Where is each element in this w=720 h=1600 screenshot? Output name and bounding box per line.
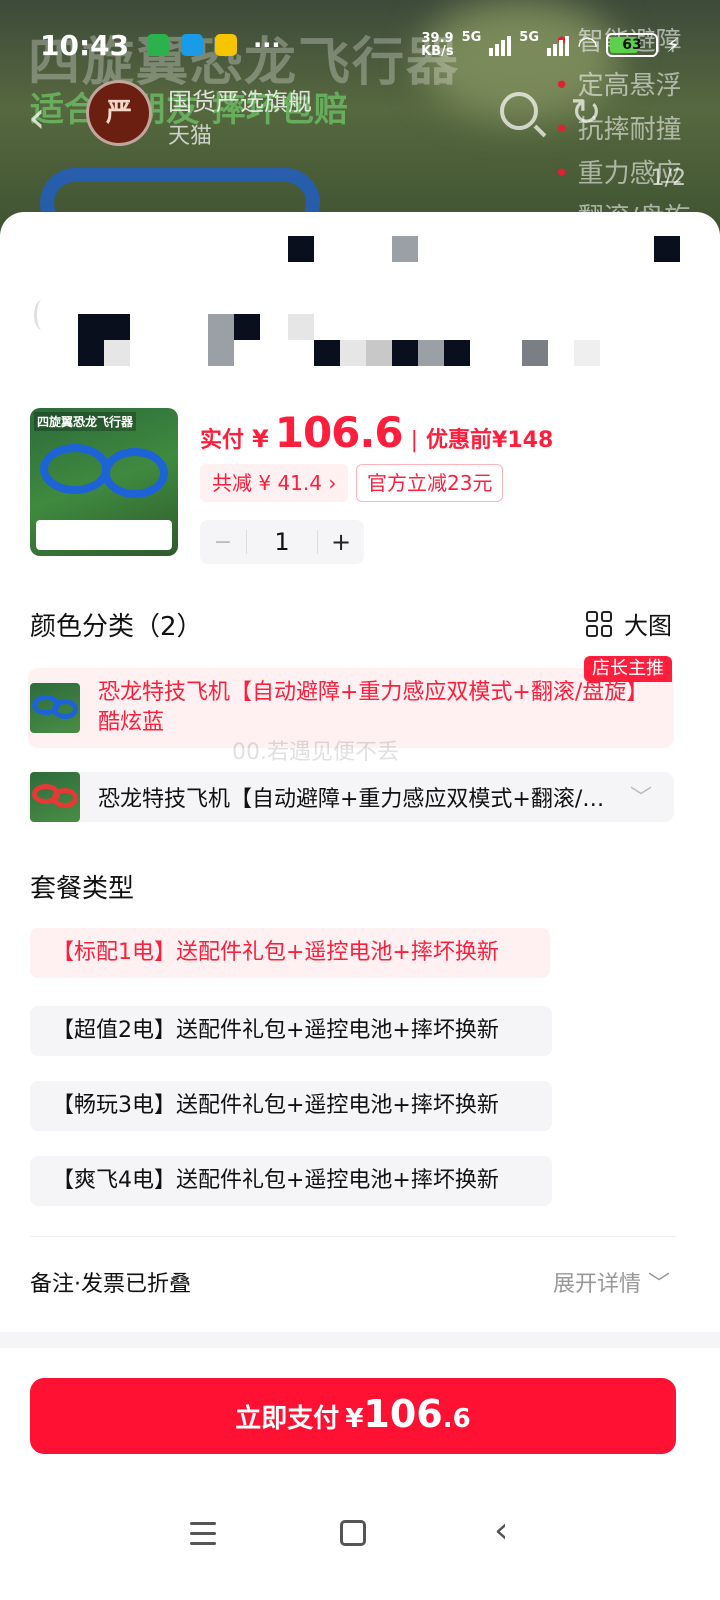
pay-now-button[interactable]: 立即支付 ¥ 106 .6 bbox=[30, 1378, 676, 1454]
color-option-label: 恐龙特技飞机【自动避障+重力感应双模式+翻滚/盘旋】酷炫蓝 bbox=[98, 680, 649, 735]
system-navigation-bar: ‹ bbox=[0, 1508, 720, 1568]
price-label: 实付 bbox=[200, 428, 245, 453]
color-option-red[interactable]: 恐龙特技飞机【自动避障+重力感应双模式+翻滚/盘旋】... ﹀ bbox=[28, 772, 674, 822]
network-type-1: 5G bbox=[461, 29, 482, 45]
expand-details-button[interactable]: 展开详情 ﹀ bbox=[553, 1266, 670, 1298]
color-option-thumbnail bbox=[30, 772, 80, 822]
battery-icon: 63 bbox=[605, 33, 658, 57]
meituan-icon bbox=[215, 34, 238, 56]
recent-apps-icon[interactable] bbox=[190, 1522, 216, 1552]
price-amount: 106.6 bbox=[274, 408, 404, 457]
package-option-2[interactable]: 【超值2电】送配件礼包+遥控电池+摔坏换新 bbox=[30, 1006, 552, 1056]
notes-invoice-label: 备注·发票已折叠 bbox=[30, 1272, 191, 1297]
product-image[interactable]: 四旋翼恐龙飞行器 bbox=[30, 408, 178, 556]
signal-icon bbox=[489, 34, 512, 56]
original-price: ¥148 bbox=[492, 428, 554, 453]
big-view-toggle[interactable]: 大图 bbox=[586, 606, 672, 641]
signal-icon bbox=[547, 34, 569, 56]
quantity-decrease-button[interactable]: − bbox=[200, 530, 246, 555]
status-time: 10:43 bbox=[40, 28, 130, 62]
product-image-title: 四旋翼恐龙飞行器 bbox=[34, 412, 137, 431]
wechat-icon bbox=[147, 34, 170, 56]
price-separator: | bbox=[410, 428, 418, 453]
discount-detail-button[interactable]: 共减 ¥ 41.4 › bbox=[200, 464, 349, 502]
package-option-1[interactable]: 【标配1电】送配件礼包+遥控电池+摔坏换新 bbox=[30, 928, 550, 978]
shield-app-icon bbox=[181, 34, 204, 56]
battery-level: 63 bbox=[622, 37, 642, 53]
price-currency: ¥ bbox=[252, 425, 269, 453]
share-icon[interactable]: ↻ bbox=[570, 90, 602, 134]
network-speed-unit: KB/s bbox=[421, 44, 454, 59]
status-bar: 10:43 ··· 39.9 KB/s 5G 5G ◠ 63 ⚡ bbox=[0, 0, 720, 90]
store-tag: 天猫 bbox=[168, 124, 213, 149]
search-icon[interactable] bbox=[500, 92, 538, 130]
wifi-icon: ◠ bbox=[577, 31, 598, 59]
section-separator bbox=[0, 1332, 720, 1348]
recommended-badge: 店长主推 bbox=[584, 656, 672, 682]
pay-button-label: 立即支付 bbox=[235, 1404, 340, 1434]
store-name[interactable]: 国货严选旗舰 bbox=[168, 82, 312, 117]
official-discount-tag: 官方立减23元 bbox=[356, 464, 504, 502]
pay-button-currency: ¥ bbox=[345, 1404, 364, 1434]
price-line: 实付 ¥ 106.6 | 优惠前 ¥148 bbox=[200, 408, 553, 457]
quantity-stepper: − 1 + bbox=[200, 520, 364, 564]
system-back-icon[interactable]: ‹ bbox=[494, 1510, 508, 1551]
product-image-accessory-tray bbox=[36, 520, 172, 550]
package-option-3[interactable]: 【畅玩3电】送配件礼包+遥控电池+摔坏换新 bbox=[30, 1081, 552, 1131]
watermark-text: 00.若遇见便不丢 bbox=[232, 740, 399, 765]
network-speed: 39.9 KB/s bbox=[421, 32, 453, 58]
chevron-down-icon[interactable]: ﹀ bbox=[630, 780, 652, 812]
pay-button-decimal: .6 bbox=[442, 1404, 471, 1434]
divider bbox=[30, 1236, 676, 1237]
big-view-label: 大图 bbox=[624, 612, 672, 640]
purchase-sheet: 四旋翼恐龙飞行器 实付 ¥ 106.6 | 优惠前 ¥148 共减 ¥ 41.4… bbox=[0, 212, 720, 1600]
pay-button-amount: 106 bbox=[363, 1392, 443, 1436]
color-option-thumbnail bbox=[30, 683, 80, 733]
back-arrow-icon[interactable]: ‹ bbox=[28, 92, 46, 143]
color-section-title: 颜色分类（2） bbox=[30, 612, 203, 642]
store-avatar[interactable]: 严 bbox=[86, 80, 152, 146]
original-price-label: 优惠前 bbox=[426, 428, 493, 453]
quantity-value[interactable]: 1 bbox=[246, 530, 318, 554]
grid-view-icon bbox=[586, 610, 612, 637]
more-notifications-icon: ··· bbox=[253, 31, 281, 59]
home-icon[interactable] bbox=[340, 1520, 366, 1546]
gallery-pager: 1/2 bbox=[650, 166, 686, 191]
color-option-label: 恐龙特技飞机【自动避障+重力感应双模式+翻滚/盘旋】... bbox=[98, 787, 618, 812]
charging-icon: ⚡ bbox=[665, 33, 680, 57]
network-type-2: 5G bbox=[519, 29, 539, 45]
package-option-4[interactable]: 【爽飞4电】送配件礼包+遥控电池+摔坏换新 bbox=[30, 1156, 552, 1206]
package-section-title: 套餐类型 bbox=[30, 874, 135, 904]
status-right-group: 39.9 KB/s 5G 5G ◠ 63 ⚡ bbox=[421, 29, 680, 60]
quantity-increase-button[interactable]: + bbox=[318, 528, 364, 556]
